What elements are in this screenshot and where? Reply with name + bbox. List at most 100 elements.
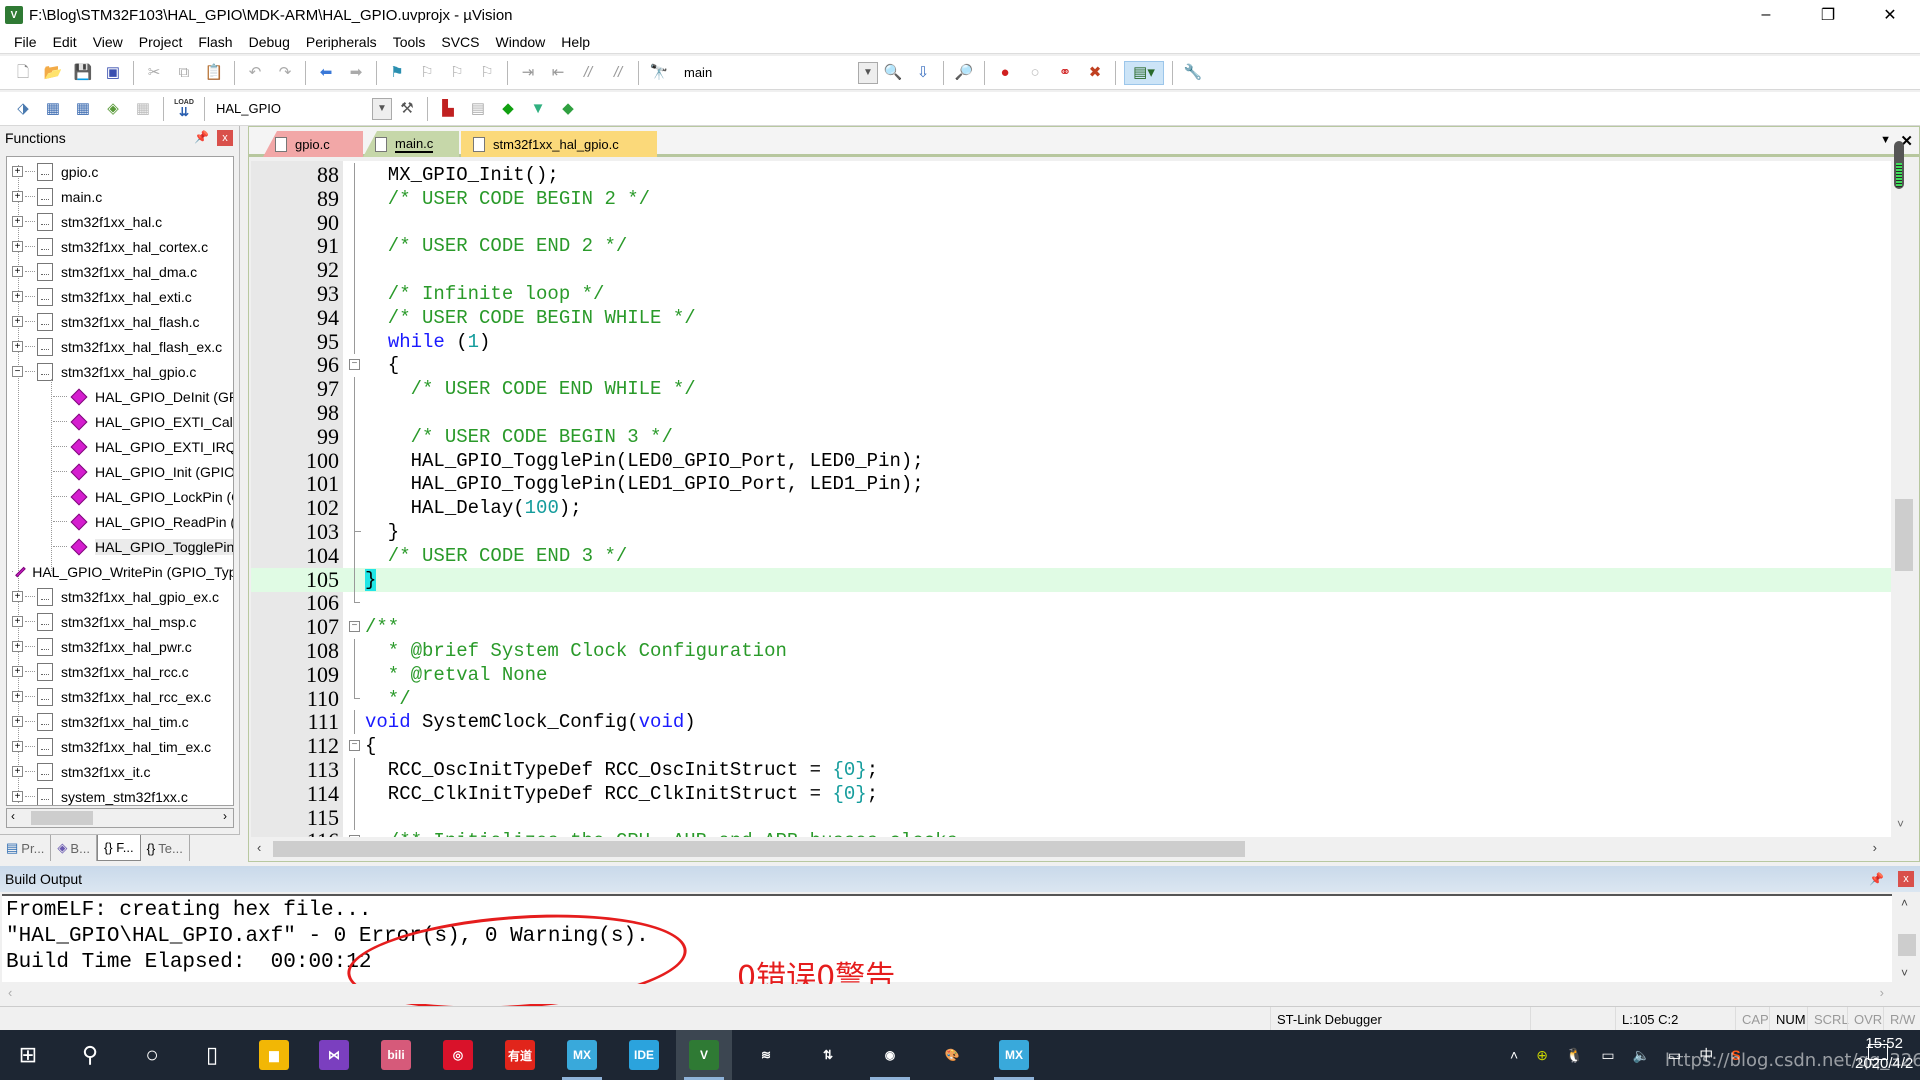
taskbar-app[interactable]: ▯ [184, 1030, 240, 1080]
tree-file-item[interactable]: + stm32f1xx_hal_pwr.c [7, 634, 233, 659]
expand-icon[interactable]: + [12, 216, 23, 227]
tree-file-item[interactable]: + stm32f1xx_hal_gpio_ex.c [7, 584, 233, 609]
tree-function-item[interactable]: HAL_GPIO_LockPin (GPIO_TypeDef *GPIOx, u… [7, 484, 233, 509]
tree-file-item[interactable]: + stm32f1xx_hal_dma.c [7, 259, 233, 284]
taskbar-app[interactable]: ▆ [246, 1030, 302, 1080]
window-layout-icon[interactable]: ▤▾ [1124, 60, 1164, 85]
tab-main-c[interactable]: main.c [363, 131, 459, 157]
expand-icon[interactable]: + [12, 716, 23, 727]
indent-icon[interactable]: ⇥ [516, 61, 540, 85]
chevron-down-icon[interactable]: ▼ [858, 61, 878, 84]
target-options-icon[interactable]: ⚒ [395, 97, 419, 121]
tab-templates[interactable]: {} Te... [141, 835, 190, 861]
copy-icon[interactable]: ⧉ [172, 61, 196, 85]
fold-toggle-icon[interactable]: − [349, 621, 360, 633]
comment-icon[interactable]: // [576, 61, 600, 85]
configure-icon[interactable]: 🔧 [1181, 61, 1205, 85]
pin-icon[interactable]: 📌 [194, 130, 209, 144]
menu-tools[interactable]: Tools [385, 34, 434, 50]
tree-file-item[interactable]: + stm32f1xx_hal_rcc_ex.c [7, 684, 233, 709]
download-icon[interactable]: LOAD ⇊ [172, 97, 196, 121]
menu-project[interactable]: Project [131, 34, 191, 50]
unindent-icon[interactable]: ⇤ [546, 61, 570, 85]
tree-file-item[interactable]: + stm32f1xx_hal_exti.c [7, 284, 233, 309]
tree-function-item[interactable]: HAL_GPIO_EXTI_Callback (uint16_t GPIO_Pi… [7, 409, 233, 434]
tree-file-item[interactable]: + main.c [7, 184, 233, 209]
pin-icon[interactable]: 📌 [1869, 872, 1884, 886]
menu-debug[interactable]: Debug [241, 34, 298, 50]
expand-icon[interactable]: + [12, 191, 23, 202]
taskbar-app[interactable]: ◉ [862, 1030, 918, 1080]
undo-icon[interactable]: ↶ [243, 61, 267, 85]
scroll-right-icon[interactable]: › [1873, 840, 1877, 855]
new-file-icon[interactable]: 🗋 [11, 61, 35, 85]
kill-all-breakpoints-icon[interactable]: ✖ [1083, 61, 1107, 85]
fold-toggle-icon[interactable]: − [349, 835, 360, 837]
translate-icon[interactable]: ⬗ [11, 97, 35, 121]
build-output-vertical-scrollbar[interactable]: ˄ ˅ [1894, 894, 1920, 982]
expand-icon[interactable]: + [12, 666, 23, 677]
menu-svcs[interactable]: SVCS [433, 34, 487, 50]
nav-forward-icon[interactable]: ➡ [344, 61, 368, 85]
expand-icon[interactable]: + [12, 591, 23, 602]
open-file-icon[interactable]: 📂 [41, 61, 65, 85]
taskbar-app[interactable]: 有道 [492, 1030, 548, 1080]
tree-file-item[interactable]: + stm32f1xx_hal_rcc.c [7, 659, 233, 684]
scroll-left-icon[interactable]: ‹ [257, 840, 261, 855]
expand-icon[interactable]: + [12, 316, 23, 327]
tree-function-item[interactable]: HAL_GPIO_TogglePin (GPIO_TypeDef *GPIOx,… [7, 534, 233, 559]
editor-horizontal-scrollbar[interactable]: ‹ › [251, 839, 1891, 859]
build-output-horizontal-scrollbar[interactable]: ‹ › [2, 984, 1920, 1004]
close-panel-button[interactable]: x [1898, 871, 1914, 887]
minimize-button[interactable]: – [1738, 0, 1794, 30]
menu-edit[interactable]: Edit [45, 34, 85, 50]
tree-function-item[interactable]: HAL_GPIO_EXTI_IRQHandler (uint16_t GPIO_… [7, 434, 233, 459]
restore-button[interactable]: ❐ [1800, 0, 1856, 30]
close-panel-button[interactable]: x [217, 130, 233, 146]
scroll-down-icon[interactable]: ˅ [1897, 817, 1904, 831]
tree-file-item[interactable]: + stm32f1xx_hal_tim_ex.c [7, 734, 233, 759]
menu-flash[interactable]: Flash [190, 34, 240, 50]
nav-back-icon[interactable]: ⬅ [314, 61, 338, 85]
menu-view[interactable]: View [85, 34, 131, 50]
expand-icon[interactable]: + [12, 791, 23, 802]
split-handle[interactable] [1894, 141, 1904, 189]
prev-bookmark-icon[interactable]: ⚐ [415, 61, 439, 85]
scrollbar-thumb[interactable] [1895, 499, 1913, 571]
notification-icon[interactable] [1868, 1044, 1888, 1060]
batch-build-icon[interactable]: ◈ [101, 97, 125, 121]
target-combobox[interactable]: HAL_GPIO ▼ [210, 97, 392, 120]
cut-icon[interactable]: ✂ [142, 61, 166, 85]
scrollbar-thumb[interactable] [273, 841, 1245, 857]
tab-project[interactable]: ▤ Pr... [0, 835, 52, 861]
tree-horizontal-scrollbar[interactable]: ‹ › [6, 808, 234, 828]
tree-file-item[interactable]: − stm32f1xx_hal_gpio.c [7, 359, 233, 384]
taskbar-app[interactable]: ◎ [430, 1030, 486, 1080]
collapse-icon[interactable]: − [12, 366, 23, 377]
show-hidden-icon[interactable]: ˄ [1510, 1047, 1518, 1063]
fold-toggle-icon[interactable]: − [349, 740, 360, 752]
menu-file[interactable]: File [6, 34, 45, 50]
taskbar-app[interactable]: ⋈ [306, 1030, 362, 1080]
scrollbar-thumb[interactable] [1898, 934, 1916, 956]
scrollbar-thumb[interactable] [31, 811, 93, 825]
expand-icon[interactable]: + [12, 691, 23, 702]
rebuild-icon[interactable]: ▦ [71, 97, 95, 121]
taskbar-app[interactable]: ≋ [738, 1030, 794, 1080]
scroll-up-icon[interactable]: ˄ [1901, 896, 1908, 910]
debug-session-icon[interactable]: 🔎 [952, 61, 976, 85]
incremental-find-icon[interactable]: ⇩ [911, 61, 935, 85]
uncomment-icon[interactable]: // [606, 61, 630, 85]
tree-function-item[interactable]: HAL_GPIO_DeInit (GPIO_TypeDef *GPIOx, ui… [7, 384, 233, 409]
filter-icon[interactable]: ▼ [526, 97, 550, 121]
editor-vertical-scrollbar[interactable]: ˄ ˅ [1891, 161, 1917, 837]
tree-file-item[interactable]: + stm32f1xx_hal.c [7, 209, 233, 234]
menu-help[interactable]: Help [553, 34, 598, 50]
chevron-down-icon[interactable]: ▼ [372, 97, 392, 120]
scroll-left-icon[interactable]: ‹ [8, 985, 12, 1000]
next-bookmark-icon[interactable]: ⚐ [445, 61, 469, 85]
menu-window[interactable]: Window [488, 34, 554, 50]
scroll-left-icon[interactable]: ‹ [11, 809, 15, 823]
find-icon[interactable]: 🔍 [881, 61, 905, 85]
build-output-text[interactable]: FromELF: creating hex file... "HAL_GPIO\… [2, 894, 1892, 1020]
